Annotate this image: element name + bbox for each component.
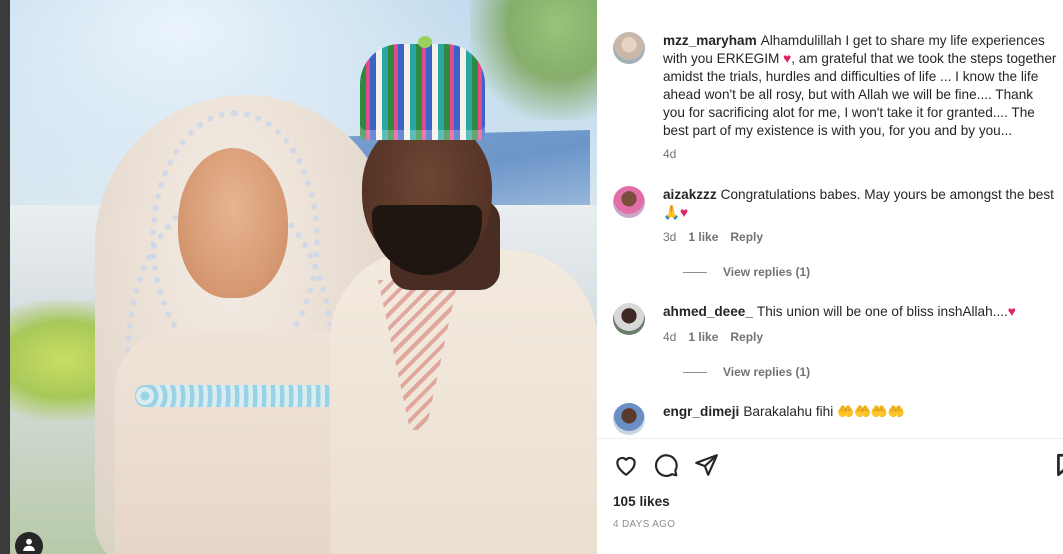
comment-username[interactable]: engr_dimeji xyxy=(663,404,739,419)
comments-list[interactable]: mzz_maryham Alhamdulillah I get to share … xyxy=(597,0,1063,438)
comment-body: This union will be one of bliss inshAlla… xyxy=(756,304,1008,319)
section-divider xyxy=(597,438,1063,439)
view-replies-label: View replies (1) xyxy=(723,265,811,279)
comment-meta: 4d xyxy=(663,147,676,161)
comment-icon[interactable] xyxy=(653,452,679,478)
heart-emoji-icon: ♥ xyxy=(783,51,792,66)
divider-line xyxy=(683,271,707,273)
bride-face xyxy=(178,148,288,298)
comment-text: ahmed_deee_ This union will be one of bli… xyxy=(663,303,1058,321)
heart-emoji-icon: ♥ xyxy=(679,205,689,220)
photo-tree xyxy=(470,0,597,120)
groom-cap xyxy=(360,44,485,140)
likes-count[interactable]: 105 likes xyxy=(613,494,670,509)
comment-username[interactable]: aizakzzz xyxy=(663,187,717,202)
comment-item: mzz_maryham Alhamdulillah I get to share … xyxy=(613,32,1058,162)
heart-emoji-icon: ♥ xyxy=(1007,304,1016,319)
avatar[interactable] xyxy=(613,32,645,64)
reply-button[interactable]: Reply xyxy=(730,230,763,244)
user-tag-icon[interactable] xyxy=(15,532,43,554)
groom-robe xyxy=(330,250,597,554)
comment-body: Congratulations babes. May yours be amon… xyxy=(663,187,1054,220)
comment-text: mzz_maryham Alhamdulillah I get to share … xyxy=(663,32,1058,140)
comment-body: Barakalahu fihi 🤲🤲🤲🤲 xyxy=(743,404,905,419)
avatar[interactable] xyxy=(613,403,645,435)
comment-age[interactable]: 4d xyxy=(663,330,676,344)
view-replies-button[interactable]: View replies (1) xyxy=(683,365,810,379)
comment-likes[interactable]: 1 like xyxy=(688,230,718,244)
comment-age[interactable]: 3d xyxy=(663,230,676,244)
reply-button[interactable]: Reply xyxy=(730,330,763,344)
post-actions xyxy=(613,452,1063,480)
post-photo[interactable] xyxy=(0,0,597,554)
post-timestamp[interactable]: 4 DAYS AGO xyxy=(613,519,675,530)
comment-item: aizakzzz Congratulations babes. May yours… xyxy=(613,186,1058,286)
dress-beads xyxy=(135,385,335,407)
comment-username[interactable]: ahmed_deee_ xyxy=(663,304,753,319)
avatar[interactable] xyxy=(613,186,645,218)
send-icon[interactable] xyxy=(693,452,719,478)
comment-username[interactable]: mzz_maryham xyxy=(663,33,757,48)
comment-meta: 4d 1 like Reply xyxy=(663,330,763,344)
photo-left-edge xyxy=(0,0,10,554)
view-replies-button[interactable]: View replies (1) xyxy=(683,265,810,279)
avatar[interactable] xyxy=(613,303,645,335)
bookmark-icon[interactable] xyxy=(1053,452,1063,478)
heart-icon[interactable] xyxy=(613,452,639,478)
comment-text: engr_dimeji Barakalahu fihi 🤲🤲🤲🤲 xyxy=(663,403,1058,421)
comment-likes[interactable]: 1 like xyxy=(688,330,718,344)
comments-panel: mzz_maryham Alhamdulillah I get to share … xyxy=(597,0,1063,554)
divider-line xyxy=(683,371,707,373)
comment-item: engr_dimeji Barakalahu fihi 🤲🤲🤲🤲 xyxy=(613,403,1058,438)
comment-age[interactable]: 4d xyxy=(663,147,676,161)
comment-meta: 3d 1 like Reply xyxy=(663,230,763,244)
view-replies-label: View replies (1) xyxy=(723,365,811,379)
comment-item: ahmed_deee_ This union will be one of bli… xyxy=(613,303,1058,393)
comment-text: aizakzzz Congratulations babes. May yours… xyxy=(663,186,1058,222)
cap-top xyxy=(418,36,432,48)
